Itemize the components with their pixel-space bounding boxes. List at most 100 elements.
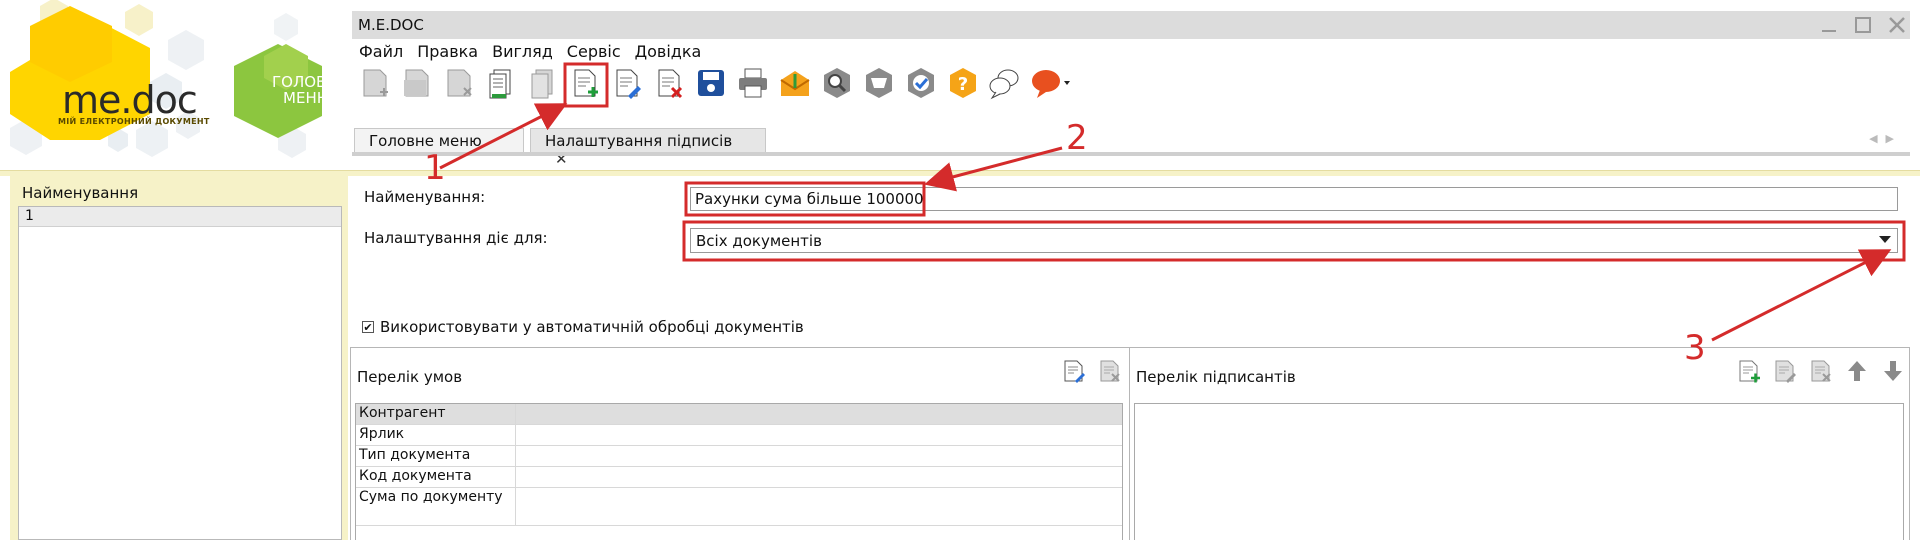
scope-select[interactable]: Всіх документів: [690, 228, 1898, 253]
list-item[interactable]: 1: [19, 207, 341, 227]
edit-setting-button[interactable]: [608, 64, 646, 102]
open-doc-icon: [404, 69, 429, 97]
chat-icon: [989, 69, 1019, 100]
window-title: M.E.DOC: [358, 16, 424, 34]
add-setting-icon: [574, 69, 598, 97]
archive-button[interactable]: [860, 64, 898, 102]
condition-value[interactable]: [516, 467, 1122, 487]
move-down-button[interactable]: [1880, 358, 1906, 384]
send-icon: [780, 71, 810, 96]
name-label: Найменування:: [364, 188, 486, 206]
toolbar: ?: [356, 62, 1074, 104]
chat-button[interactable]: [986, 64, 1024, 102]
new-doc-icon: [363, 69, 388, 97]
signers-tools: [1736, 358, 1906, 384]
signers-title: Перелік підписантів: [1136, 368, 1296, 386]
conditions-tools: [1061, 358, 1123, 384]
scope-value: Всіх документів: [696, 232, 822, 250]
table-row[interactable]: Код документа: [356, 467, 1122, 488]
window-controls: [1816, 13, 1910, 37]
duplicate-doc-button[interactable]: [524, 64, 562, 102]
signers-list[interactable]: [1134, 403, 1904, 540]
copy-doc-icon: [489, 69, 511, 99]
menu-view[interactable]: Вигляд: [485, 39, 560, 63]
search-icon: [824, 68, 850, 98]
minimize-icon[interactable]: [1816, 13, 1842, 37]
logo-area: me.doc МІЙ ЕЛЕКТРОННИЙ ДОКУМЕНТ ГОЛОВНЕ …: [0, 0, 350, 172]
menu-service[interactable]: Сервіс: [560, 39, 628, 63]
table-row[interactable]: Ярлик: [356, 425, 1122, 446]
condition-name: Код документа: [356, 467, 516, 487]
condition-name: Ярлик: [356, 425, 516, 445]
condition-value[interactable]: [516, 404, 1122, 424]
auto-processing-checkbox[interactable]: ✔: [362, 321, 374, 333]
archive-icon: [866, 68, 892, 98]
condition-name: Контрагент: [356, 404, 516, 424]
condition-name: Тип документа: [356, 446, 516, 466]
check-button[interactable]: [902, 64, 940, 102]
auto-processing-row: ✔ Використовувати у автоматичній обробці…: [362, 318, 804, 336]
save-button[interactable]: [692, 64, 730, 102]
brand-tagline: МІЙ ЕЛЕКТРОННИЙ ДОКУМЕНТ: [58, 117, 210, 126]
tab-scroll-arrows[interactable]: ◀▶: [1869, 132, 1902, 145]
edit-signer-button[interactable]: [1772, 358, 1798, 384]
clear-condition-button[interactable]: [1097, 358, 1123, 384]
add-setting-button[interactable]: [566, 64, 604, 102]
conditions-title: Перелік умов: [357, 368, 463, 386]
dropdown-arrow-icon[interactable]: [1879, 236, 1891, 243]
settings-list[interactable]: 1: [18, 206, 342, 540]
delete-doc-button[interactable]: [440, 64, 478, 102]
check-icon: [908, 68, 934, 98]
search-button[interactable]: [818, 64, 856, 102]
remove-setting-icon: [658, 69, 683, 99]
edit-condition-button[interactable]: [1061, 358, 1087, 384]
menu-edit[interactable]: Правка: [410, 39, 485, 63]
name-input[interactable]: [690, 187, 1898, 211]
add-signer-button[interactable]: [1736, 358, 1762, 384]
window-titlebar: M.E.DOC: [352, 11, 1910, 39]
move-up-button[interactable]: [1844, 358, 1870, 384]
delete-doc-icon: [447, 69, 472, 97]
remove-signer-icon: [1811, 360, 1831, 382]
print-button[interactable]: [734, 64, 772, 102]
open-doc-button[interactable]: [398, 64, 436, 102]
copy-doc-button[interactable]: [482, 64, 520, 102]
menu-bar: Файл Правка Вигляд Сервіс Довідка: [352, 39, 1910, 63]
close-icon[interactable]: [1884, 13, 1910, 37]
brand-logo-text: me.doc: [62, 78, 198, 122]
main-menu-button[interactable]: ГОЛОВНЕ МЕНЮ: [272, 74, 347, 106]
tab-label: Налаштування підписів: [545, 132, 733, 150]
scope-label: Налаштування діє для:: [364, 229, 548, 247]
table-row[interactable]: Тип документа: [356, 446, 1122, 467]
arrow-up-icon: [1848, 361, 1866, 381]
edit-condition-icon: [1064, 360, 1085, 383]
list-header: Найменування: [22, 184, 139, 202]
tab-underline: [352, 152, 1910, 156]
menu-file[interactable]: Файл: [352, 39, 410, 63]
condition-value[interactable]: [516, 488, 1122, 525]
auto-processing-label: Використовувати у автоматичній обробці д…: [380, 318, 804, 336]
feedback-button[interactable]: [1028, 64, 1074, 102]
table-row[interactable]: Контрагент: [356, 404, 1122, 425]
add-signer-icon: [1739, 360, 1760, 383]
help-button[interactable]: ?: [944, 64, 982, 102]
save-icon: [698, 70, 724, 96]
menu-help[interactable]: Довідка: [628, 39, 709, 63]
settings-list-panel: Найменування 1: [10, 176, 348, 540]
duplicate-doc-icon: [531, 69, 553, 99]
tab-bar: Головне меню Налаштування підписів ✕ ◀▶: [352, 126, 1910, 168]
condition-value[interactable]: [516, 446, 1122, 466]
svg-text:?: ?: [958, 74, 968, 95]
send-button[interactable]: [776, 64, 814, 102]
remove-signer-button[interactable]: [1808, 358, 1834, 384]
condition-value[interactable]: [516, 425, 1122, 445]
clear-condition-icon: [1100, 360, 1120, 382]
conditions-table: Контрагент Ярлик Тип документа Код докум…: [355, 403, 1123, 540]
new-doc-button[interactable]: [356, 64, 394, 102]
remove-setting-button[interactable]: [650, 64, 688, 102]
tab-signature-settings[interactable]: Налаштування підписів ✕: [530, 128, 766, 168]
help-icon: ?: [950, 68, 976, 98]
annotation-number-2: 2: [1066, 118, 1088, 158]
table-row[interactable]: Сума по документу: [356, 488, 1122, 526]
maximize-icon[interactable]: [1850, 13, 1876, 37]
